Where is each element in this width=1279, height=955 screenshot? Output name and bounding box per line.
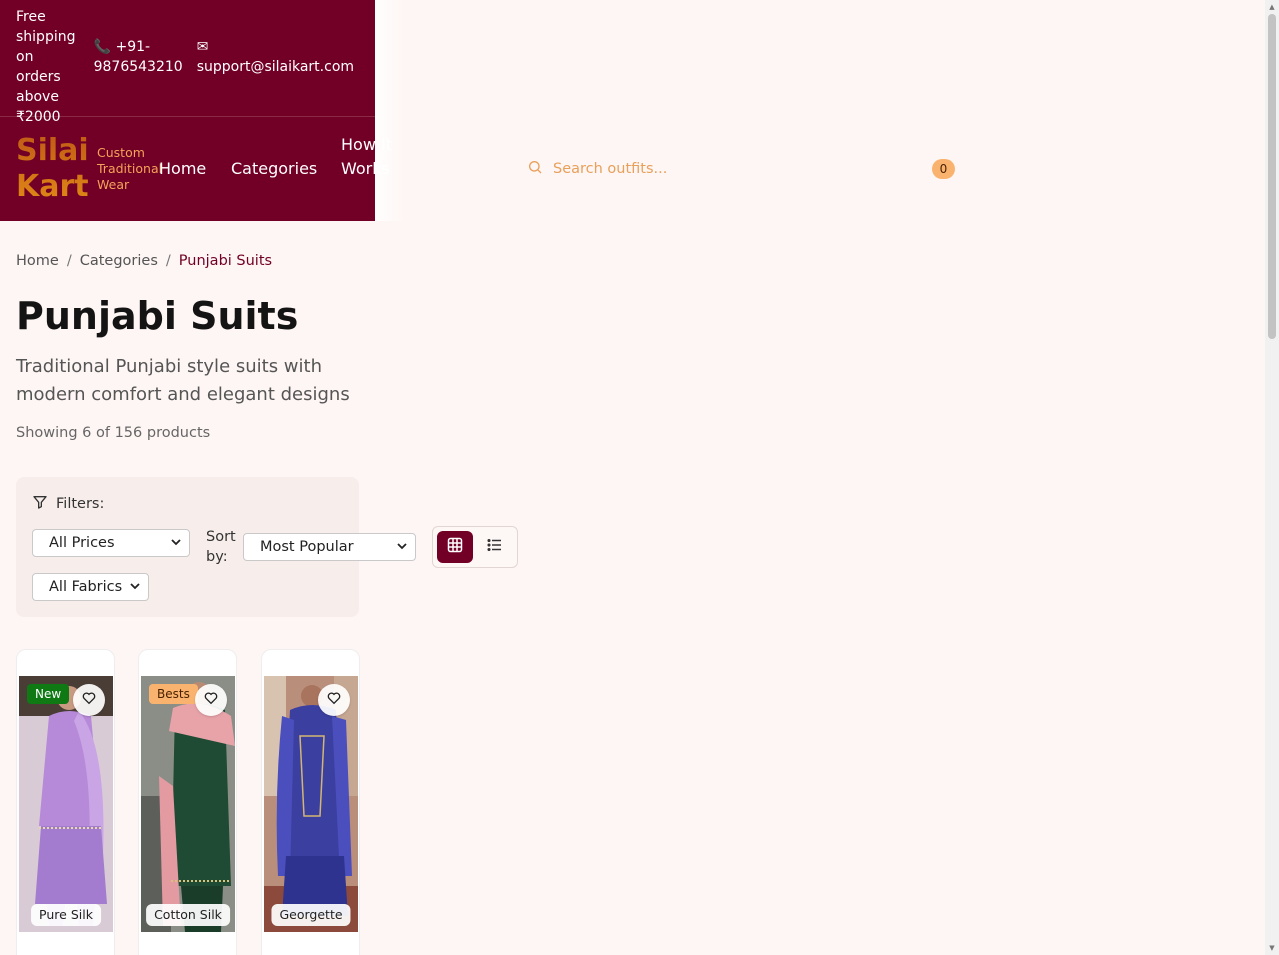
price-filter-value: All Prices: [49, 535, 115, 551]
main-nav: Silai Kart Custom Traditional Wear Home …: [0, 117, 392, 221]
nav-categories-link[interactable]: Categories: [231, 157, 317, 181]
product-card[interactable]: Bests Cotton Silk: [138, 649, 237, 955]
chevron-down-icon: [171, 535, 181, 551]
brand-logo[interactable]: Silai Kart: [16, 133, 92, 205]
product-image[interactable]: New Pure Silk: [19, 676, 113, 932]
site-header: Free shipping on orders above ₹2000 📞 +9…: [0, 0, 392, 221]
nav-home-link[interactable]: Home: [159, 157, 206, 181]
search-icon: [527, 159, 543, 179]
page-description: Traditional Punjabi style suits with mod…: [16, 356, 350, 405]
fabric-tag: Georgette: [271, 904, 351, 926]
product-card[interactable]: New Pure Silk: [16, 649, 115, 955]
contact-phone[interactable]: 📞 +91-9876543210: [94, 7, 183, 116]
product-count: Showing 6 of 156 products: [16, 425, 211, 441]
breadcrumb-categories[interactable]: Categories: [80, 253, 158, 269]
breadcrumb: Home / Categories / Punjabi Suits: [16, 253, 272, 269]
wishlist-button[interactable]: [73, 684, 105, 716]
product-image[interactable]: Bests Cotton Silk: [141, 676, 235, 932]
product-badge: Bests: [149, 684, 198, 704]
top-bar: Free shipping on orders above ₹2000 📞 +9…: [0, 0, 375, 125]
list-icon: [487, 537, 503, 557]
breadcrumb-separator: /: [66, 253, 72, 269]
product-image[interactable]: Georgette: [264, 676, 358, 932]
fabric-filter-select[interactable]: All Fabrics: [32, 573, 149, 601]
breadcrumb-current: Punjabi Suits: [178, 253, 273, 269]
sort-label: Sort by:: [206, 529, 236, 565]
heart-icon: [81, 690, 97, 710]
filters-label: Filters:: [56, 496, 105, 512]
chevron-down-icon: [130, 579, 140, 595]
price-filter-select[interactable]: All Prices: [32, 529, 190, 557]
chevron-down-icon: [397, 539, 407, 555]
breadcrumb-separator: /: [165, 253, 171, 269]
scrollbar-thumb[interactable]: [1268, 14, 1276, 339]
filter-icon: [32, 494, 48, 514]
page-scrollbar[interactable]: ▲ ▼: [1265, 0, 1279, 955]
fabric-tag: Pure Silk: [31, 904, 101, 926]
brand-tagline: Custom Traditional Wear: [97, 145, 163, 192]
search-input[interactable]: [553, 161, 733, 177]
heart-icon: [326, 690, 342, 710]
product-badge: New: [27, 684, 70, 704]
grid-icon: [447, 537, 463, 557]
sort-value: Most Popular: [260, 539, 354, 555]
wishlist-button[interactable]: [318, 684, 350, 716]
contact-email[interactable]: ✉ support@silaikart.com: [197, 7, 359, 116]
filters-heading: Filters:: [32, 494, 104, 514]
view-toggle: [432, 526, 518, 568]
page-title: Punjabi Suits: [16, 294, 299, 338]
heart-icon: [203, 690, 219, 710]
sort-select[interactable]: Most Popular: [243, 533, 416, 561]
breadcrumb-home[interactable]: Home: [16, 253, 59, 269]
cart-count-badge[interactable]: 0: [932, 159, 955, 179]
wishlist-button[interactable]: [195, 684, 227, 716]
scroll-down-arrow-icon[interactable]: ▼: [1268, 944, 1276, 952]
product-card[interactable]: Georgette: [261, 649, 360, 955]
search-bar[interactable]: [527, 156, 743, 182]
scroll-up-arrow-icon[interactable]: ▲: [1268, 3, 1276, 11]
fabric-tag: Cotton Silk: [146, 904, 230, 926]
shipping-notice: Free shipping on orders above ₹2000: [16, 9, 76, 125]
list-view-button[interactable]: [477, 531, 513, 563]
fabric-filter-value: All Fabrics: [49, 579, 123, 595]
header-overflow-fade: [375, 0, 405, 221]
grid-view-button[interactable]: [437, 531, 473, 563]
